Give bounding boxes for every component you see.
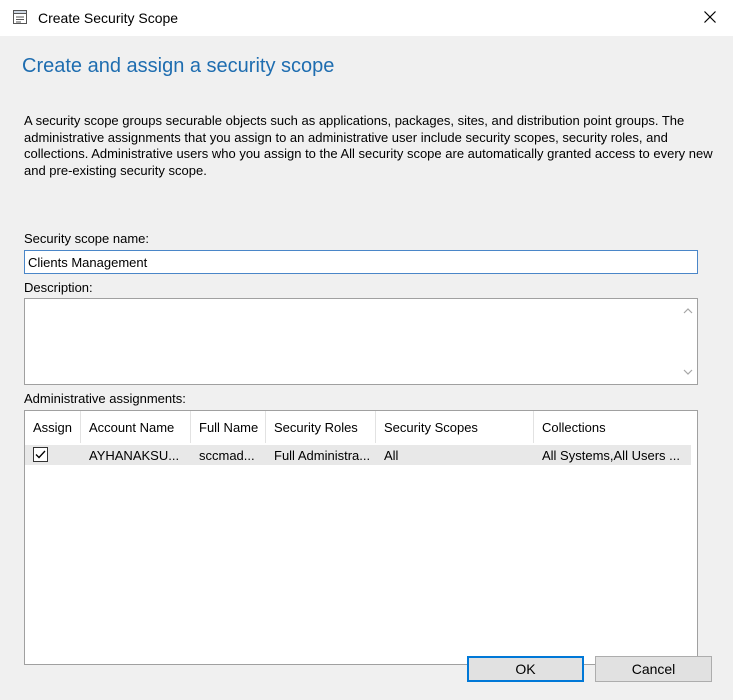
column-header-account-name[interactable]: Account Name	[81, 411, 191, 443]
column-header-full-name[interactable]: Full Name	[191, 411, 266, 443]
description-label: Description:	[24, 280, 93, 295]
assign-checkbox[interactable]	[33, 447, 48, 462]
assign-cell	[25, 445, 81, 465]
column-header-security-scopes[interactable]: Security Scopes	[376, 411, 534, 443]
dialog-content: Create and assign a security scope A sec…	[0, 36, 733, 700]
title-bar: Create Security Scope	[0, 0, 733, 36]
collections-cell: All Systems,All Users ...	[542, 448, 680, 463]
ok-button[interactable]: OK	[467, 656, 584, 682]
description-input[interactable]	[25, 299, 679, 384]
security-roles-cell: Full Administra...	[274, 448, 371, 463]
column-header-collections[interactable]: Collections	[534, 411, 697, 443]
account-name-cell: AYHANAKSU...	[89, 448, 180, 463]
security-scopes-cell: All	[384, 448, 399, 463]
close-icon	[704, 10, 716, 26]
description-scrollbar[interactable]	[679, 299, 697, 384]
close-button[interactable]	[687, 0, 733, 36]
window-title: Create Security Scope	[38, 10, 179, 26]
table-row[interactable]: AYHANAKSU... sccmad... Full Administra..…	[25, 445, 691, 465]
intro-text: A security scope groups securable object…	[24, 113, 713, 178]
security-scope-name-input[interactable]	[24, 250, 698, 274]
page-heading: Create and assign a security scope	[22, 55, 335, 77]
column-header-assign[interactable]: Assign	[25, 411, 81, 443]
scroll-up-icon[interactable]	[682, 305, 694, 317]
administrative-assignments-label: Administrative assignments:	[24, 391, 186, 406]
description-box	[24, 298, 698, 385]
dialog-app-icon	[12, 9, 28, 25]
table-header: Assign Account Name Full Name Security R…	[25, 411, 697, 443]
security-scope-name-label: Security scope name:	[24, 231, 150, 246]
checkmark-icon	[35, 450, 46, 459]
full-name-cell: sccmad...	[199, 448, 255, 463]
administrative-assignments-table: Assign Account Name Full Name Security R…	[24, 410, 698, 665]
scroll-down-icon[interactable]	[682, 366, 694, 378]
cancel-button[interactable]: Cancel	[595, 656, 712, 682]
column-header-security-roles[interactable]: Security Roles	[266, 411, 376, 443]
